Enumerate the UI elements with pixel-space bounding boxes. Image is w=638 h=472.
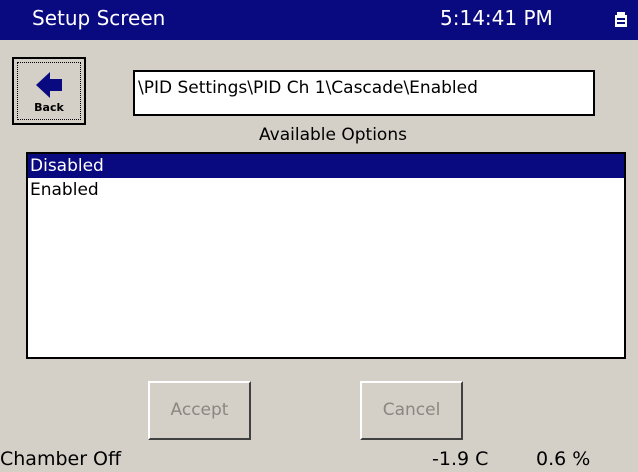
options-listbox[interactable]: Disabled Enabled: [26, 152, 626, 359]
available-options-text: Available Options: [259, 125, 407, 145]
window-title: Setup Screen: [32, 6, 166, 30]
title-bar: Setup Screen 5:14:41 PM: [0, 0, 638, 40]
back-button-label: Back: [34, 101, 64, 114]
cancel-button[interactable]: Cancel: [360, 381, 463, 440]
arrow-left-icon: [36, 71, 64, 103]
accept-button[interactable]: Accept: [148, 381, 251, 440]
back-button[interactable]: Back: [12, 57, 86, 125]
option-disabled[interactable]: Disabled: [28, 154, 624, 178]
percent-readout: 0.6 %: [536, 448, 591, 470]
clock: 5:14:41 PM: [440, 6, 553, 30]
chamber-status: Chamber Off: [0, 448, 122, 470]
option-enabled[interactable]: Enabled: [28, 178, 624, 202]
tray-status-icon[interactable]: [614, 12, 628, 28]
available-options-heading: Available Options: [0, 125, 638, 145]
temperature-readout: -1.9 C: [432, 448, 489, 470]
setting-path-field: \PID Settings\PID Ch 1\Cascade\Enabled: [133, 70, 595, 116]
